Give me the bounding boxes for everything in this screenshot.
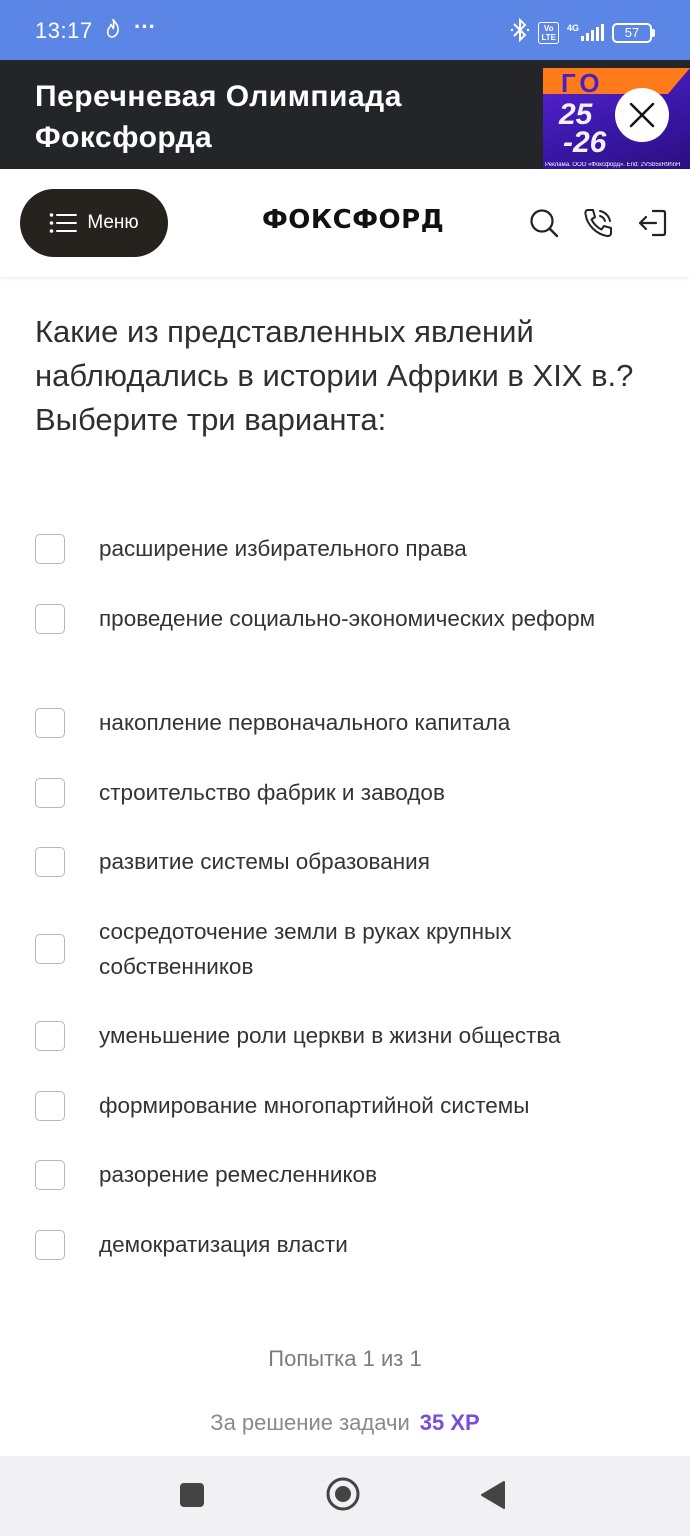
menu-label: Меню xyxy=(87,212,139,233)
option-item[interactable]: проведение социально-экономических рефор… xyxy=(35,601,655,636)
close-icon xyxy=(629,102,655,128)
option-label: уменьшение роли церкви в жизни общества xyxy=(99,1023,561,1048)
home-icon[interactable] xyxy=(325,1476,361,1517)
option-checkbox[interactable] xyxy=(35,533,65,564)
option-checkbox[interactable] xyxy=(35,1090,65,1121)
option-item[interactable]: формирование многопартийной системы xyxy=(35,1088,655,1123)
volte-icon: Vo LTE xyxy=(538,21,559,44)
status-icons: Vo LTE 4G 57 xyxy=(510,17,655,47)
option-label: накопление первоначального капитала xyxy=(99,710,511,735)
back-icon[interactable] xyxy=(480,1480,506,1515)
option-checkbox[interactable] xyxy=(35,777,65,808)
search-icon[interactable] xyxy=(528,207,560,239)
option-checkbox[interactable] xyxy=(35,1020,65,1051)
volte-line2: LTE xyxy=(541,32,556,42)
option-label: строительство фабрик и заводов xyxy=(99,780,445,805)
option-item[interactable]: накопление первоначального капитала xyxy=(35,705,655,740)
system-nav-bar xyxy=(0,1456,690,1536)
menu-button[interactable]: Меню xyxy=(20,189,168,257)
option-checkbox[interactable] xyxy=(35,1159,65,1190)
ad-title-line2: Фоксфорда xyxy=(35,121,213,154)
app-header: Меню ФОКСФОРД xyxy=(0,169,690,277)
status-bar: 13:17 ··· Vo LTE 4G 57 xyxy=(0,0,690,60)
option-checkbox[interactable] xyxy=(35,603,65,634)
more-notifications-icon: ··· xyxy=(134,14,156,39)
network-type: 4G xyxy=(566,22,579,33)
volte-line1: Vo xyxy=(543,23,554,33)
option-label: разорение ремесленников xyxy=(99,1162,378,1187)
bluetooth-icon xyxy=(510,17,530,47)
phone-icon[interactable] xyxy=(582,207,614,239)
login-icon[interactable] xyxy=(637,207,669,239)
option-item[interactable]: строительство фабрик и заводов xyxy=(35,775,655,810)
option-label: проведение социально-экономических рефор… xyxy=(99,606,596,631)
battery-icon: 57 xyxy=(612,22,655,43)
option-item[interactable]: сосредоточение земли в руках крупных соб… xyxy=(35,914,655,984)
option-item[interactable]: уменьшение роли церкви в жизни общества xyxy=(35,1018,655,1053)
option-label: сосредоточение земли в руках крупных соб… xyxy=(99,919,512,979)
option-checkbox[interactable] xyxy=(35,846,65,877)
ad-title-line1: Перечневая Олимпиада xyxy=(35,80,402,113)
logo[interactable]: ФОКСФОРД xyxy=(262,205,444,235)
status-time: 13:17 xyxy=(35,18,93,43)
ad-image-text-2: -26 xyxy=(563,126,607,159)
ad-close-button[interactable] xyxy=(615,88,669,142)
option-checkbox[interactable] xyxy=(35,1229,65,1260)
option-label: формирование многопартийной системы xyxy=(99,1093,530,1118)
ad-disclaimer: Реклама. ООО «Фоксфорд». Erid: 2VSb5xR9h… xyxy=(545,162,681,168)
reward-label: За решение задачи xyxy=(210,1410,410,1435)
option-label: расширение избирательного права xyxy=(99,536,467,561)
reward-xp: 35 XP xyxy=(419,1410,480,1435)
option-label: демократизация власти xyxy=(99,1232,348,1257)
option-item[interactable]: демократизация власти xyxy=(35,1227,655,1262)
ad-title: Перечневая Олимпиада Фоксфорда xyxy=(35,76,515,158)
option-item[interactable]: развитие системы образования xyxy=(35,844,655,879)
signal-bars xyxy=(581,23,604,41)
option-checkbox[interactable] xyxy=(35,707,65,738)
ad-image-text-top: ГО xyxy=(561,68,604,98)
battery-level: 57 xyxy=(624,24,640,40)
recents-icon[interactable] xyxy=(178,1481,206,1514)
question-text: Какие из представленных явлений наблюдал… xyxy=(35,314,634,437)
reward-info: За решение задачи 35 XP xyxy=(0,1410,690,1436)
signal-icon: 4G xyxy=(566,22,604,41)
flame-icon xyxy=(106,18,120,44)
option-label: развитие системы образования xyxy=(99,849,430,874)
list-icon xyxy=(50,213,78,233)
attempt-counter: Попытка 1 из 1 xyxy=(268,1346,422,1371)
option-item[interactable]: расширение избирательного права xyxy=(35,531,655,566)
ad-banner[interactable]: Перечневая Олимпиада Фоксфорда ГО 25 -26… xyxy=(0,60,690,169)
option-checkbox[interactable] xyxy=(35,934,65,964)
option-item[interactable]: разорение ремесленников xyxy=(35,1157,655,1192)
